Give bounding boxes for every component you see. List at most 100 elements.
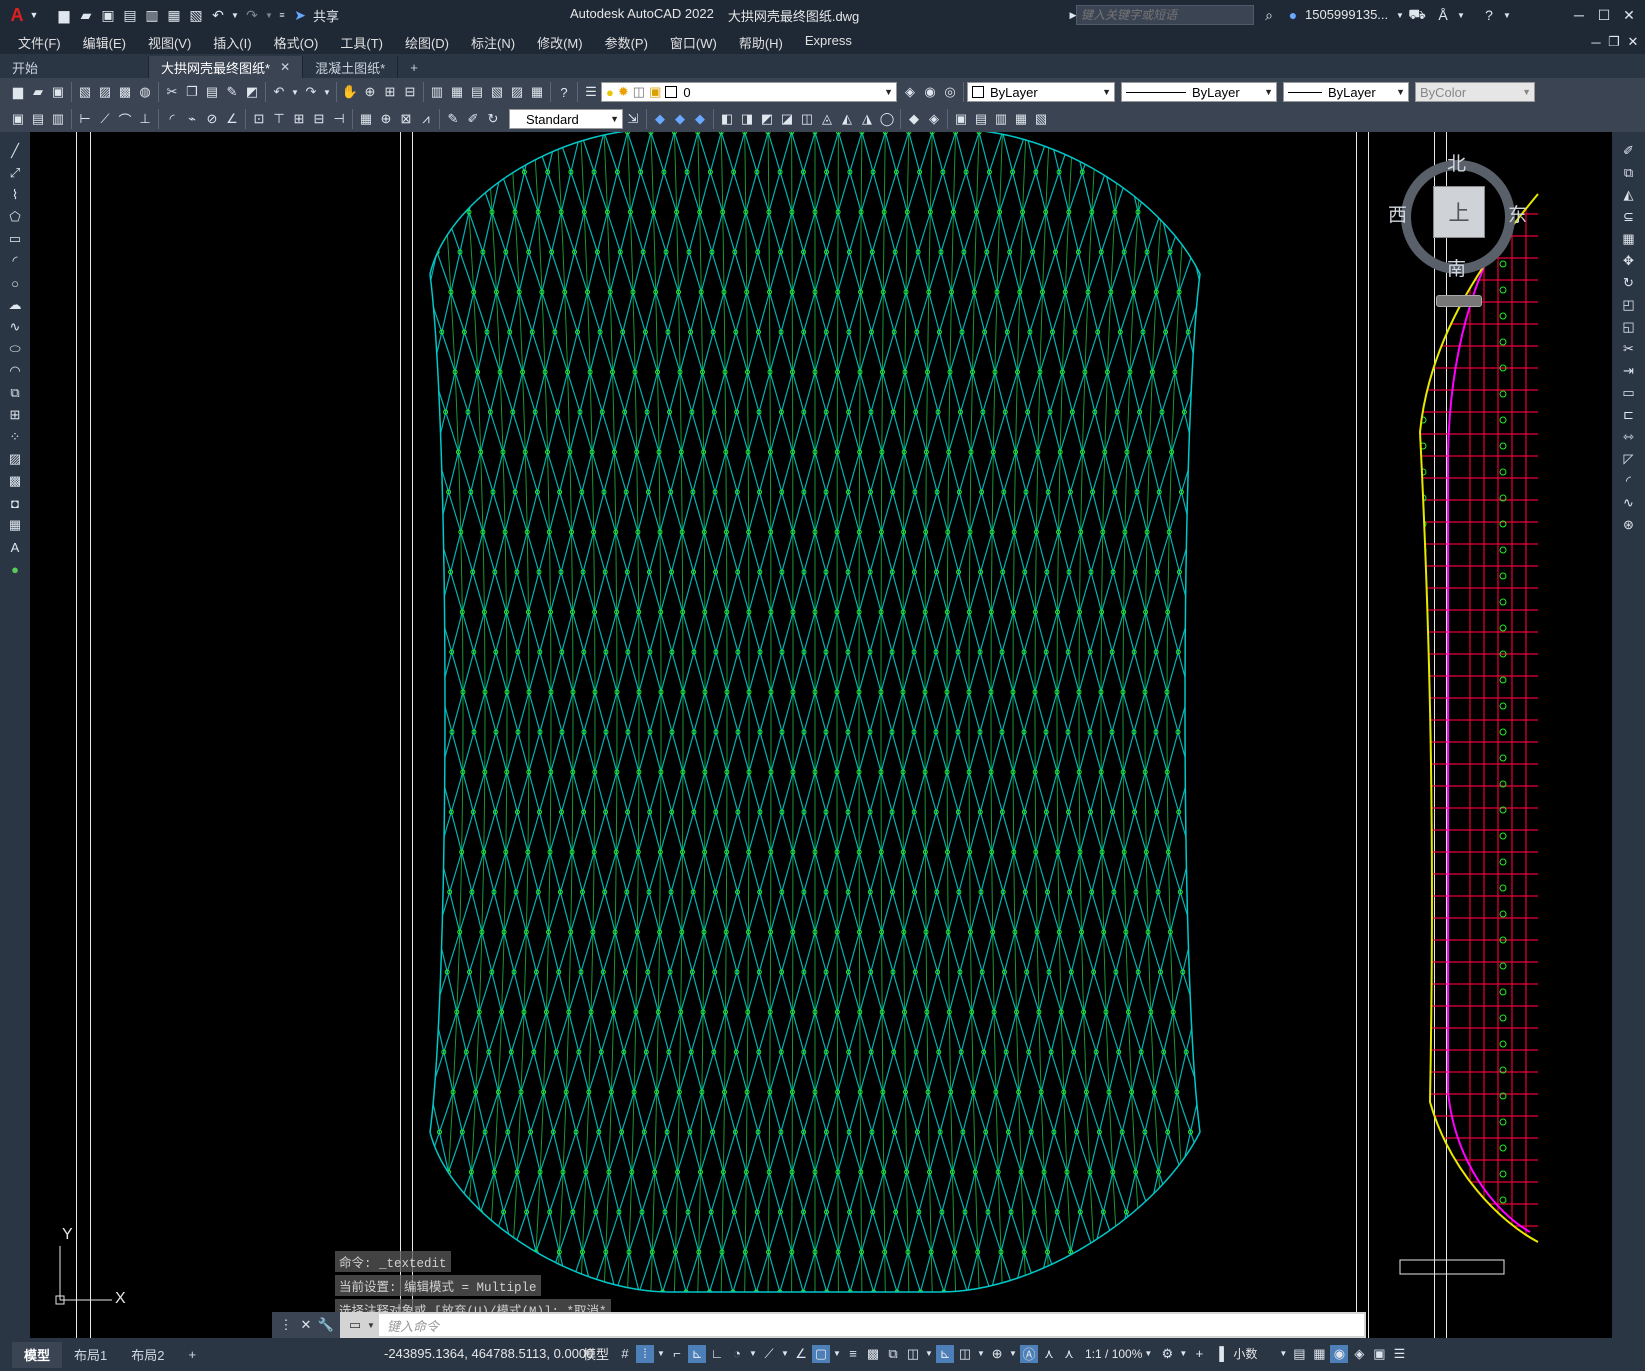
menu-draw[interactable]: 绘图(D) [394, 33, 460, 52]
open-file-icon[interactable]: ▰ [76, 5, 96, 25]
selection-filter-icon[interactable]: ◫ [956, 1345, 974, 1363]
gizmo-dropdown-icon[interactable]: ▼ [1008, 1345, 1018, 1363]
command-input[interactable]: 键入命令 [379, 1314, 1364, 1336]
menu-format[interactable]: 格式(O) [263, 33, 330, 52]
preview-icon[interactable]: ▨ [96, 83, 114, 101]
modify-icon-12[interactable]: ◯ [878, 110, 896, 128]
zoom-realtime-icon[interactable]: ⊕ [361, 83, 379, 101]
solid-icon-4[interactable]: ▤ [972, 110, 990, 128]
layout-tab-layout2[interactable]: 布局2 [119, 1342, 176, 1368]
menu-view[interactable]: 视图(V) [137, 33, 202, 52]
markup-icon[interactable]: ▨ [508, 83, 526, 101]
compass-west[interactable]: 西 [1388, 200, 1407, 227]
redo-toolbar-icon[interactable]: ↷ [302, 83, 320, 101]
dim-text-edit-icon[interactable]: ✐ [464, 110, 482, 128]
maximize-icon[interactable]: ☐ [1594, 5, 1614, 25]
layout-tab-model[interactable]: 模型 [12, 1341, 63, 1368]
solid-icon-3[interactable]: ▣ [952, 110, 970, 128]
customize-wrench-icon[interactable]: 🔧 [317, 1316, 335, 1334]
solid-icon-2[interactable]: ◈ [925, 110, 943, 128]
help-icon[interactable]: ? [1479, 5, 1499, 25]
polyline-icon[interactable]: ⌇ [5, 185, 25, 205]
drawing-canvas[interactable]: 北 南 西 东 上 Y X [30, 132, 1612, 1338]
selection-filter-dropdown-icon[interactable]: ▼ [976, 1345, 986, 1363]
doc-close-icon[interactable]: ✕ [1624, 33, 1642, 51]
scale-dropdown-icon[interactable]: ▼ [1143, 1345, 1153, 1363]
cart-icon[interactable]: ⛟ [1407, 5, 1427, 25]
stretch-icon[interactable]: ◱ [1619, 317, 1639, 337]
make-block-icon[interactable]: ⊞ [5, 405, 25, 425]
viewcube[interactable]: 北 南 西 东 上 [1388, 154, 1527, 307]
menu-modify[interactable]: 修改(M) [526, 33, 594, 52]
chamfer-icon[interactable]: ◸ [1619, 449, 1639, 469]
linetype-dropdown[interactable]: ByLayer ▼ [1121, 82, 1277, 102]
redo-toolbar-dropdown-icon[interactable]: ▼ [322, 83, 332, 101]
gradient-icon[interactable]: ▩ [5, 471, 25, 491]
modify-icon-10[interactable]: ◭ [838, 110, 856, 128]
break-point-icon[interactable]: ▭ [1619, 383, 1639, 403]
scale-icon[interactable]: ◰ [1619, 295, 1639, 315]
dim-edit-icon[interactable]: ✎ [444, 110, 462, 128]
polygon-icon[interactable]: ⬠ [5, 207, 25, 227]
offset-icon[interactable]: ⊆ [1619, 207, 1639, 227]
annotation-scale-icon[interactable]: ⋏ [1060, 1345, 1078, 1363]
line-icon[interactable]: ╱ [5, 141, 25, 161]
copy-icon[interactable]: ❐ [183, 83, 201, 101]
qnew-icon[interactable]: ▆ [9, 83, 27, 101]
share-label[interactable]: 共享 [313, 6, 339, 25]
layer-properties-icon[interactable]: ☰ [582, 83, 600, 101]
modify-icon-7[interactable]: ◪ [778, 110, 796, 128]
polar-dropdown-icon[interactable]: ▼ [748, 1345, 758, 1363]
mirror-icon[interactable]: ◭ [1619, 185, 1639, 205]
tolerance-icon[interactable]: ▦ [357, 110, 375, 128]
dynamic-ucs-icon[interactable]: ⊾ [936, 1344, 955, 1363]
annotation-visibility-icon[interactable]: Ⓐ [1020, 1344, 1039, 1363]
snap-icon[interactable]: ⁞ [636, 1344, 655, 1363]
color-dropdown[interactable]: ByLayer ▼ [967, 82, 1115, 102]
extend-icon[interactable]: ⇥ [1619, 361, 1639, 381]
dim-update-icon[interactable]: ↻ [484, 110, 502, 128]
workspace-dropdown-icon[interactable]: ▼ [1178, 1345, 1188, 1363]
help-toolbar-icon[interactable]: ? [555, 83, 573, 101]
radius-dim-icon[interactable]: ◜ [163, 110, 181, 128]
add-layout-button[interactable]: + [176, 1342, 208, 1368]
doc-minimize-icon[interactable]: ─ [1587, 33, 1605, 51]
move-icon[interactable]: ✥ [1619, 251, 1639, 271]
fillet-icon[interactable]: ◜ [1619, 471, 1639, 491]
menu-tools[interactable]: 工具(T) [329, 33, 394, 52]
lineweight-dropdown[interactable]: ByLayer ▼ [1283, 82, 1409, 102]
break-icon[interactable]: ⊏ [1619, 405, 1639, 425]
command-prompt-dropdown-icon[interactable]: ▼ [366, 1316, 376, 1334]
layer-dropdown[interactable]: ● ✹ ◫ ▣ 0 ▼ [601, 82, 897, 102]
infer-constraints-icon[interactable]: ⌐ [668, 1345, 686, 1363]
lattice-shell-drawing[interactable] [30, 132, 1612, 1338]
ortho-icon[interactable]: ⊾ [688, 1344, 707, 1363]
menu-dimension[interactable]: 标注(N) [460, 33, 526, 52]
units-dropdown-icon[interactable]: ▼ [1278, 1345, 1288, 1363]
3d-osnap-dropdown-icon[interactable]: ▼ [924, 1345, 934, 1363]
menu-edit[interactable]: 编辑(E) [72, 33, 137, 52]
redo-dropdown-icon[interactable]: ▼ [264, 5, 274, 25]
polar-icon[interactable]: ∟ [708, 1345, 726, 1363]
erase-icon[interactable]: ✐ [1619, 141, 1639, 161]
ellipse-icon[interactable]: ⬭ [5, 339, 25, 359]
quick-dim-icon[interactable]: ⊡ [250, 110, 268, 128]
trim-icon[interactable]: ✂ [1619, 339, 1639, 359]
units-icon[interactable]: ▐ [1210, 1345, 1228, 1363]
plotstyle-dropdown[interactable]: ByColor ▼ [1415, 82, 1535, 102]
lineweight-icon[interactable]: ≡ [844, 1345, 862, 1363]
ellipse-arc-icon[interactable]: ◠ [5, 361, 25, 381]
menu-window[interactable]: 窗口(W) [659, 33, 728, 52]
properties-icon[interactable]: ▥ [428, 83, 446, 101]
diameter-dim-icon[interactable]: ⊘ [203, 110, 221, 128]
sheet-set-icon[interactable]: ▧ [488, 83, 506, 101]
autodesk-a360-icon[interactable]: Å [1433, 5, 1453, 25]
clean-screen-icon[interactable]: ▣ [1370, 1345, 1388, 1363]
add-selected-icon[interactable]: ● [5, 559, 25, 579]
new-file-icon[interactable]: ▆ [54, 5, 74, 25]
search-input[interactable] [1076, 5, 1254, 25]
close-command-line-icon[interactable]: ✕ [297, 1316, 315, 1334]
modify-icon-2[interactable]: ◆ [671, 110, 689, 128]
grip-icon[interactable]: ⋮ [277, 1316, 295, 1334]
make-current-layer-icon[interactable]: ◈ [901, 83, 919, 101]
